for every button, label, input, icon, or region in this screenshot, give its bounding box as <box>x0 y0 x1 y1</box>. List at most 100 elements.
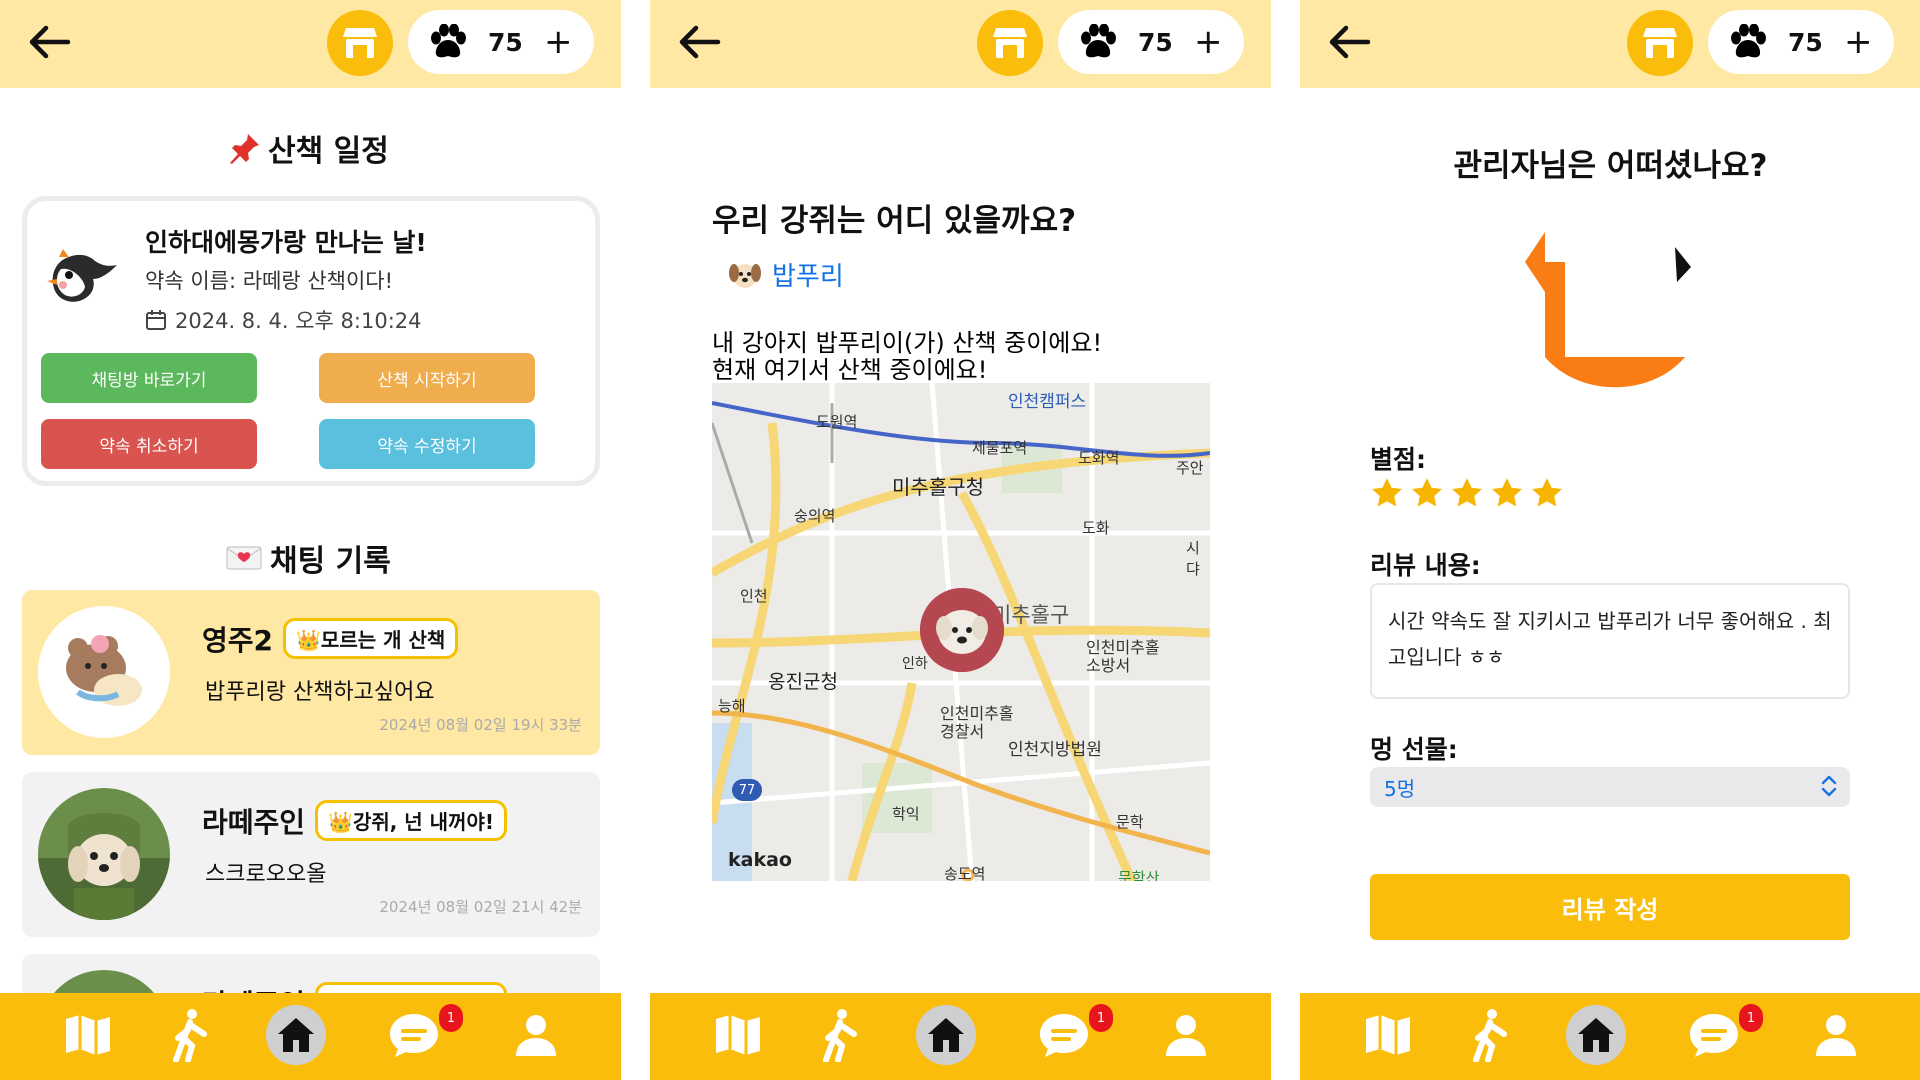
profile-nav-icon[interactable] <box>1158 1007 1214 1063</box>
chat-nav-icon[interactable] <box>1036 1007 1092 1063</box>
home-nav-icon[interactable] <box>916 1005 976 1065</box>
map-label: 제물포역 <box>972 439 1028 457</box>
map-label: 인천미추홀 소방서 <box>1086 638 1160 675</box>
home-nav-icon[interactable] <box>1566 1005 1626 1065</box>
map-brand-logo: kakao <box>728 849 792 871</box>
map-label: 문학산 <box>1118 869 1160 881</box>
chevron-updown-icon <box>1821 775 1837 797</box>
chat-list-item[interactable]: 라떼주인 👑강쥐, 넌 내꺼야! 스크로오오올 2024년 08월 02일 21… <box>22 772 600 937</box>
loading-graphic <box>1515 222 1705 412</box>
home-nav-icon[interactable] <box>266 1005 326 1065</box>
love-letter-icon <box>226 546 262 570</box>
chat-nav-icon[interactable] <box>1686 1007 1742 1063</box>
map-label: 옹진군청 <box>768 671 838 693</box>
map-label: 미추홀구청 <box>892 475 984 499</box>
dog-name-link[interactable]: 밥푸리 <box>728 256 844 293</box>
dog-name-text: 밥푸리 <box>772 262 844 292</box>
map-label: 인천미추홀 경찰서 <box>940 704 1014 741</box>
map-label: 송도역 <box>944 865 986 881</box>
top-bar: 75 + <box>0 0 621 88</box>
dog-face-icon <box>729 263 761 288</box>
top-bar: 75 + <box>1300 0 1920 88</box>
review-label: 리뷰 내용: <box>1370 551 1481 580</box>
paw-icon <box>1081 24 1116 58</box>
paw-points: 75 + <box>408 10 594 74</box>
appointment-title: 인하대에몽가랑 만나는 날! <box>145 228 427 257</box>
bird-avatar <box>39 239 123 315</box>
star-icon[interactable] <box>1370 476 1404 510</box>
cancel-appointment-button[interactable]: 약속 취소하기 <box>41 419 257 469</box>
add-points-button[interactable]: + <box>544 25 573 59</box>
section-title-text: 채팅 기록 <box>270 544 391 579</box>
review-screen: 75 + 관리자님은 어떠셨나요? 별점: 리뷰 내용: 시간 약속도 잘 지키… <box>1300 0 1920 1080</box>
schedule-section-title: 산책 일정 <box>228 126 389 170</box>
notification-badge: 1 <box>439 1004 463 1032</box>
map-label: 인천캠퍼스 <box>1008 392 1087 412</box>
paw-icon <box>1731 24 1766 58</box>
calendar-icon <box>146 310 166 330</box>
back-arrow-icon[interactable] <box>678 22 722 62</box>
paw-count: 75 <box>1788 27 1823 57</box>
star-icon[interactable] <box>1490 476 1524 510</box>
chat-history-title: 채팅 기록 <box>226 536 391 580</box>
shop-button[interactable] <box>1627 10 1693 76</box>
section-title-text: 산책 일정 <box>268 134 389 169</box>
chat-list-item[interactable]: 영주2 👑모르는 개 산책 밥푸리랑 산책하고싶어요 2024년 08월 02일… <box>22 590 600 755</box>
walk-nav-icon[interactable] <box>1462 1007 1518 1063</box>
rating-label: 별점: <box>1370 445 1426 474</box>
top-bar: 75 + <box>650 0 1271 88</box>
back-arrow-icon[interactable] <box>1328 22 1372 62</box>
chat-nav-icon[interactable] <box>386 1007 442 1063</box>
add-points-button[interactable]: + <box>1844 25 1873 59</box>
map-label: 도화역 <box>1078 449 1120 467</box>
avatar <box>38 606 170 738</box>
store-icon <box>993 28 1027 58</box>
chat-username: 라떼주인 👑강쥐, 넌 내꺼야! <box>202 800 507 841</box>
map-label: 문학 <box>1116 813 1144 831</box>
star-icon[interactable] <box>1530 476 1564 510</box>
map-label: 숭의역 <box>794 507 836 525</box>
shop-button[interactable] <box>327 10 393 76</box>
map-label: 도원역 <box>816 413 858 431</box>
shop-button[interactable] <box>977 10 1043 76</box>
schedule-screen: 75 + 산책 일정 인하대에몽가랑 만나는 날! 약속 이름: 라떼랑 산책이… <box>0 0 621 1080</box>
walk-status: 내 강아지 밥푸리이(가) 산책 중이에요! 현재 여기서 산책 중이에요! <box>712 330 1102 384</box>
map-nav-icon[interactable] <box>60 1007 116 1063</box>
title-badge: 👑모르는 개 산책 <box>283 618 459 659</box>
star-rating[interactable] <box>1370 476 1564 510</box>
paw-count: 75 <box>1138 27 1173 57</box>
location-screen: 75 + 우리 강쥐는 어디 있을까요? 밥푸리 내 강아지 밥푸리이(가) 산… <box>650 0 1271 1080</box>
username-text: 영주2 <box>202 623 274 657</box>
notification-badge: 1 <box>1739 1004 1763 1032</box>
go-to-chat-button[interactable]: 채팅방 바로가기 <box>41 353 257 403</box>
profile-nav-icon[interactable] <box>1808 1007 1864 1063</box>
gift-select[interactable]: 5멍 <box>1370 767 1850 807</box>
map-nav-icon[interactable] <box>710 1007 766 1063</box>
map-label: 도화 <box>1082 519 1110 537</box>
username-text: 라떼주인 <box>202 805 306 839</box>
appointment-card: 인하대에몽가랑 만나는 날! 약속 이름: 라떼랑 산책이다! 2024. 8.… <box>22 196 600 486</box>
star-icon[interactable] <box>1450 476 1484 510</box>
map-label: 인천지방법원 <box>1008 740 1102 760</box>
map-nav-icon[interactable] <box>1360 1007 1416 1063</box>
profile-nav-icon[interactable] <box>508 1007 564 1063</box>
edit-appointment-button[interactable]: 약속 수정하기 <box>319 419 535 469</box>
status-line: 내 강아지 밥푸리이(가) 산책 중이에요! <box>712 329 1103 357</box>
add-points-button[interactable]: + <box>1194 25 1223 59</box>
walk-nav-icon[interactable] <box>812 1007 868 1063</box>
dog-location-marker[interactable] <box>920 588 1004 672</box>
appointment-date: 2024. 8. 4. 오후 8:10:24 <box>145 305 422 335</box>
star-icon[interactable] <box>1410 476 1444 510</box>
last-message: 스크로오오올 <box>205 862 327 887</box>
store-icon <box>343 28 377 58</box>
walk-nav-icon[interactable] <box>162 1007 218 1063</box>
map-view[interactable]: 도원역 제물포역 도화역 주안 인천캠퍼스 미추홀구청 숭의역 도화 시댜 인천… <box>712 383 1210 881</box>
map-label: 인천 <box>740 587 768 605</box>
back-arrow-icon[interactable] <box>28 22 72 62</box>
start-walk-button[interactable]: 산책 시작하기 <box>319 353 535 403</box>
paw-points: 75 + <box>1708 10 1894 74</box>
submit-review-button[interactable]: 리뷰 작성 <box>1370 874 1850 940</box>
chat-username: 영주2 👑모르는 개 산책 <box>202 618 459 659</box>
route-shield: 77 <box>732 779 762 801</box>
review-textarea[interactable]: 시간 약속도 잘 지키시고 밥푸리가 너무 좋어해요 . 최고입니다 ㅎㅎ <box>1370 583 1850 699</box>
